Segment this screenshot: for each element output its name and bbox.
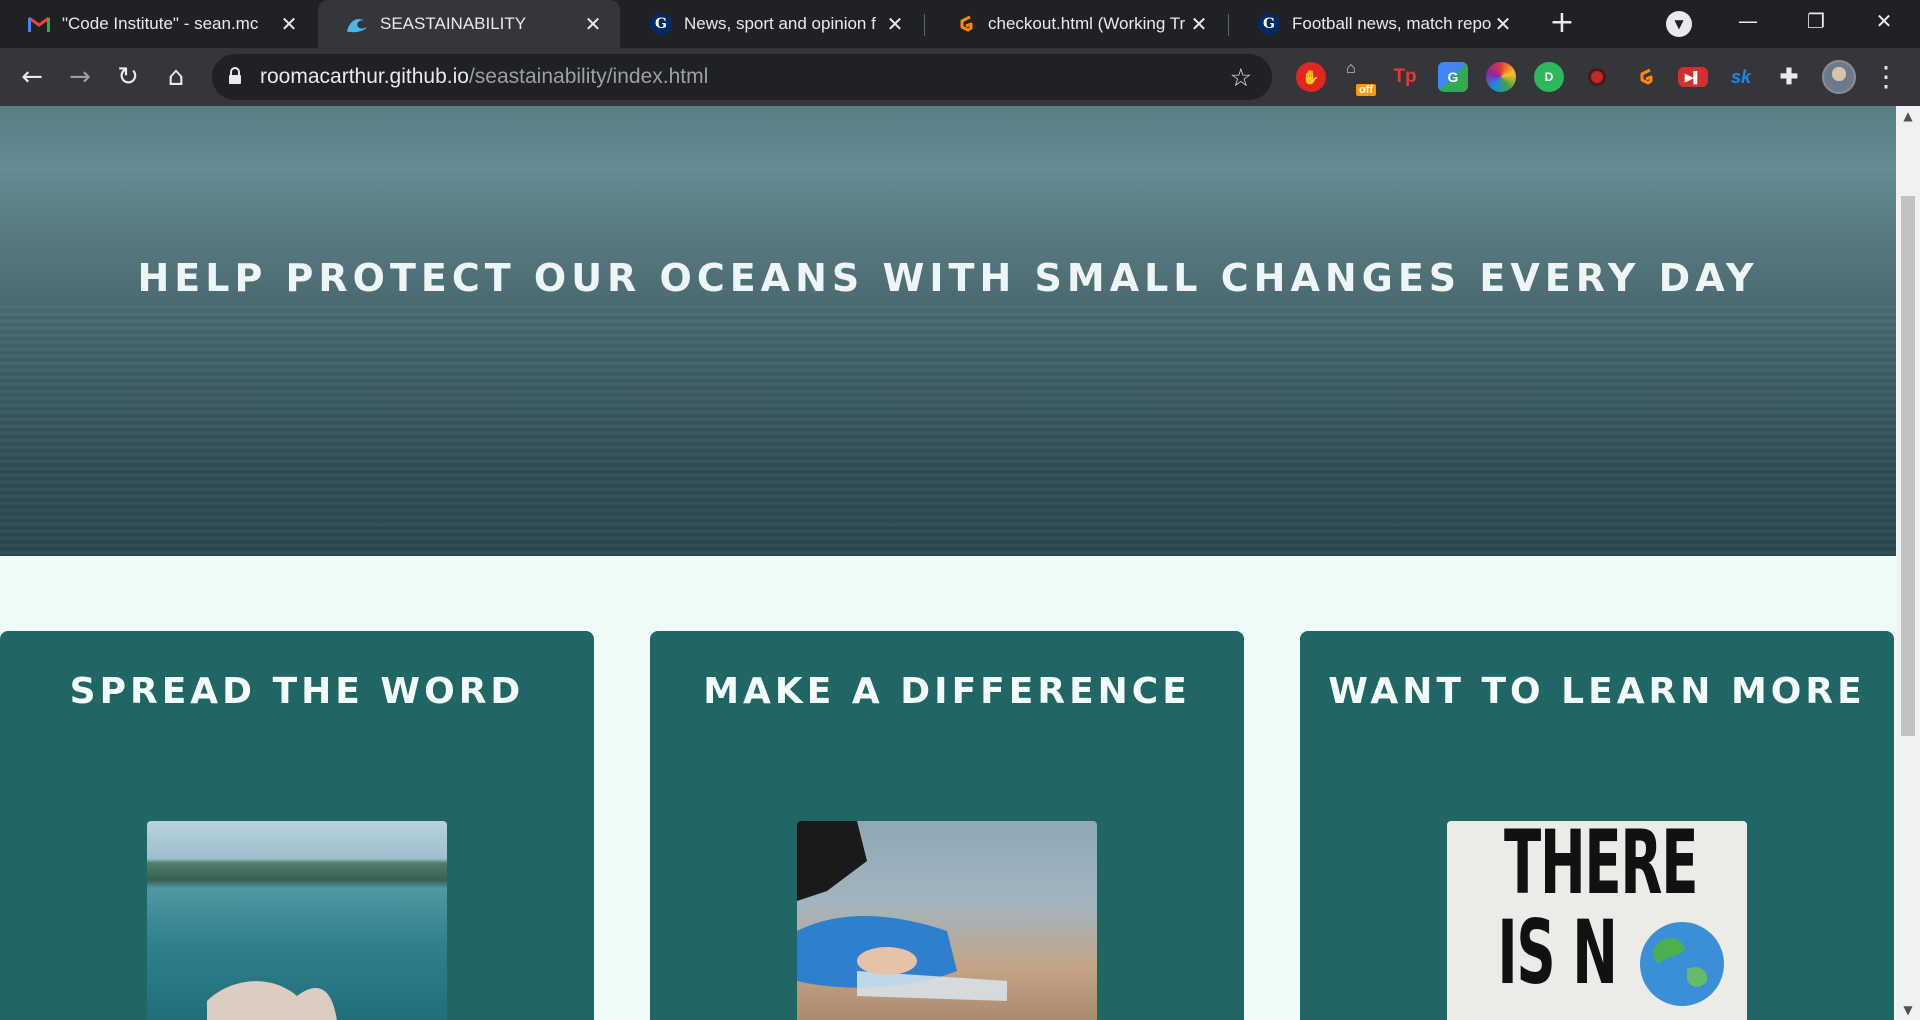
book-cover-image[interactable]: THERE IS N — [1447, 821, 1747, 1020]
tab-separator — [1228, 14, 1229, 36]
tab-separator — [924, 14, 925, 36]
forward-button[interactable]: → — [62, 59, 98, 95]
tab-strip: "Code Institute" - sean.mc ✕ SEASTAINABI… — [0, 0, 1920, 48]
tab-title: "Code Institute" - sean.mc — [62, 14, 259, 33]
record-extension-icon[interactable] — [1582, 62, 1612, 92]
gitpod-icon — [954, 13, 976, 35]
close-tab-icon[interactable]: ✕ — [582, 13, 604, 35]
card-spread-the-word: SPREAD THE WORD — [0, 631, 594, 1020]
plastic-pickup-image[interactable] — [797, 821, 1097, 1020]
google-translate-icon[interactable]: G — [1438, 62, 1468, 92]
url-host: roomacarthur.github.io — [260, 65, 469, 88]
close-window-button[interactable]: ✕ — [1850, 0, 1918, 42]
tab-title: SEASTAINABILITY — [380, 14, 527, 33]
tab-seastainability[interactable]: SEASTAINABILITY ✕ — [318, 0, 620, 48]
adblock-extension-icon[interactable]: ✋ — [1296, 62, 1326, 92]
tab-gmail[interactable]: "Code Institute" - sean.mc ✕ — [0, 0, 316, 48]
scroll-up-arrow-icon[interactable]: ▲ — [1896, 106, 1920, 126]
wave-icon — [346, 13, 368, 35]
green-extension-icon[interactable]: D — [1534, 62, 1564, 92]
extension-off-icon[interactable]: ⌂ off — [1342, 60, 1376, 96]
reload-button[interactable]: ↻ — [110, 59, 146, 95]
browser-menu-icon[interactable]: ⋮ — [1872, 58, 1900, 96]
scroll-down-arrow-icon[interactable]: ▼ — [1896, 1000, 1920, 1020]
hero-title: HELP PROTECT OUR OCEANS WITH SMALL CHANG… — [137, 256, 1759, 300]
bookmark-star-icon[interactable]: ☆ — [1230, 63, 1252, 92]
card-title: WANT TO LEARN MORE — [1328, 671, 1866, 712]
color-picker-icon[interactable] — [1486, 62, 1516, 92]
tp-extension-icon[interactable]: Tp — [1390, 62, 1420, 92]
card-make-a-difference: MAKE A DIFFERENCE — [650, 631, 1244, 1020]
tab-football[interactable]: G Football news, match repo ✕ — [1230, 0, 1530, 48]
profile-avatar[interactable] — [1822, 60, 1856, 94]
globe-icon — [1640, 922, 1724, 1006]
card-title: SPREAD THE WORD — [69, 671, 525, 712]
gitpod-extension-icon[interactable] — [1630, 62, 1660, 92]
back-button[interactable]: ← — [14, 59, 50, 95]
card-want-to-learn-more: WANT TO LEARN MORE THERE IS N — [1300, 631, 1894, 1020]
close-tab-icon[interactable]: ✕ — [278, 13, 300, 35]
tab-search-icon[interactable]: ▼ — [1666, 11, 1692, 37]
hero-banner: HELP PROTECT OUR OCEANS WITH SMALL CHANG… — [0, 106, 1896, 556]
page-scrollbar[interactable]: ▲ ▼ — [1896, 106, 1920, 1020]
puzzle-extensions-icon[interactable]: ✚ — [1774, 62, 1804, 92]
url-path: /seastainability/index.html — [468, 65, 709, 88]
minimize-button[interactable]: — — [1714, 0, 1782, 42]
tab-title: News, sport and opinion f — [684, 14, 876, 33]
restore-button[interactable]: ❐ — [1782, 0, 1850, 42]
page-viewport: HELP PROTECT OUR OCEANS WITH SMALL CHANG… — [0, 106, 1920, 1020]
browser-toolbar: ← → ↻ ⌂ roomacarthur.github.io/seastaina… — [0, 48, 1920, 106]
close-tab-icon[interactable]: ✕ — [884, 13, 906, 35]
address-bar[interactable]: roomacarthur.github.io/seastainability/i… — [212, 54, 1272, 100]
gmail-icon — [28, 13, 50, 35]
home-button[interactable]: ⌂ — [158, 59, 194, 95]
tab-news[interactable]: G News, sport and opinion f ✕ — [622, 0, 922, 48]
video-extension-icon[interactable]: ▶▌ — [1678, 67, 1708, 87]
close-tab-icon[interactable]: ✕ — [1492, 13, 1514, 35]
tab-checkout[interactable]: checkout.html (Working Tr ✕ — [926, 0, 1226, 48]
ocean-ripples — [0, 306, 1896, 556]
sk-extension-icon[interactable]: sk — [1726, 62, 1756, 92]
lock-icon — [229, 67, 241, 84]
ocean-hand-image[interactable] — [147, 821, 447, 1020]
close-tab-icon[interactable]: ✕ — [1188, 13, 1210, 35]
guardian-icon: G — [1258, 13, 1280, 35]
tab-title: checkout.html (Working Tr — [988, 14, 1186, 33]
scrollbar-thumb[interactable] — [1901, 196, 1915, 736]
guardian-icon: G — [650, 13, 672, 35]
url-text[interactable]: roomacarthur.github.io/seastainability/i… — [260, 65, 708, 89]
new-tab-button[interactable]: + — [1546, 8, 1578, 40]
tab-title: Football news, match repo — [1292, 14, 1492, 33]
off-badge: off — [1355, 84, 1376, 96]
card-title: MAKE A DIFFERENCE — [703, 671, 1191, 712]
book-cover-line-2: IS N — [1497, 901, 1618, 1004]
